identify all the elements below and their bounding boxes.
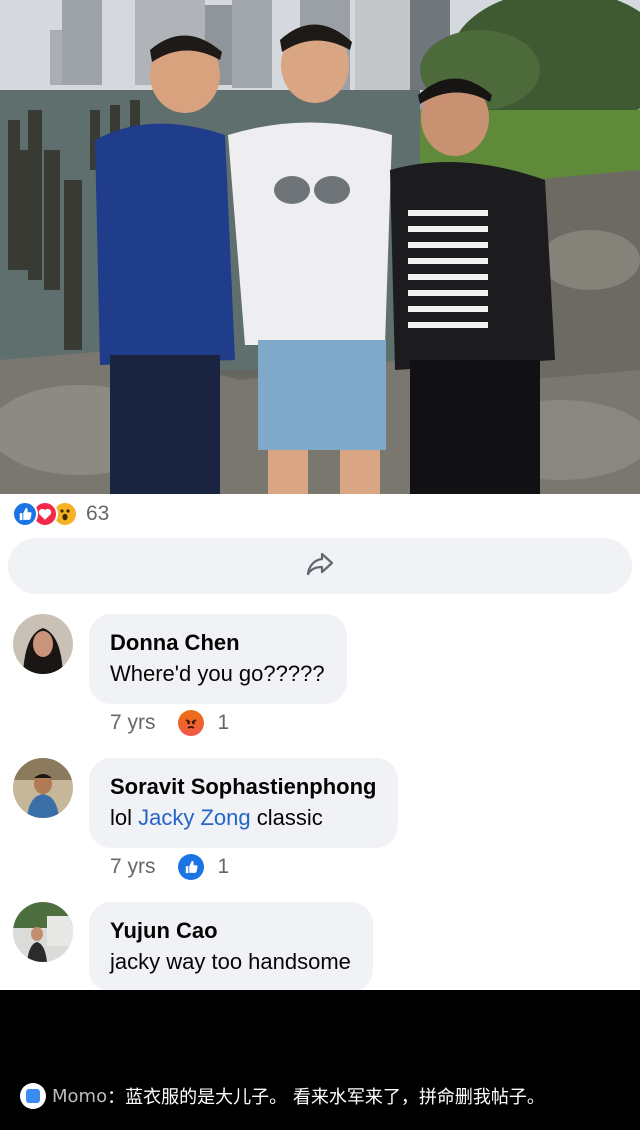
comment-author[interactable]: Yujun Cao xyxy=(110,916,351,946)
screenshot: 63 Donna Chen Where'd you go????? 7 yrs xyxy=(0,0,640,1130)
reactions-count: 63 xyxy=(86,502,110,525)
comment-reaction-count: 1 xyxy=(217,855,230,878)
like-icon[interactable] xyxy=(177,854,204,880)
comment-bubble[interactable]: Soravit Sophastienphong lol Jacky Zong c… xyxy=(89,758,399,848)
comment-time[interactable]: 7 yrs xyxy=(110,711,156,735)
comment-text-suffix: classic xyxy=(250,805,323,830)
comment-text-prefix: lol xyxy=(110,805,139,830)
comment-meta: 7 yrs 1 xyxy=(110,710,229,736)
avatar[interactable] xyxy=(13,614,73,674)
overlay-caption: Momo：蓝衣服的是大儿子。 看来水军来了，拼命删我帖子。 xyxy=(20,1081,545,1111)
comment-author[interactable]: Soravit Sophastienphong xyxy=(110,772,376,802)
like-icon xyxy=(12,501,38,527)
post-photo[interactable] xyxy=(0,0,640,494)
caption-separator: ： xyxy=(107,1087,126,1108)
caption-user: Momo xyxy=(52,1085,108,1107)
caption-message: 蓝衣服的是大儿子。 看来水军来了，拼命删我帖子。 xyxy=(125,1087,545,1108)
comment-text: lol Jacky Zong classic xyxy=(110,802,376,834)
angry-icon[interactable] xyxy=(177,710,204,736)
photo-illustration xyxy=(0,0,640,494)
reactions-summary[interactable]: 63 xyxy=(12,500,109,528)
comment-meta: 7 yrs 1 xyxy=(110,854,229,880)
avatar[interactable] xyxy=(13,758,73,818)
comment-text: jacky way too handsome xyxy=(110,949,351,974)
comment-author[interactable]: Donna Chen xyxy=(110,628,325,658)
avatar[interactable] xyxy=(13,902,73,962)
share-icon xyxy=(305,551,335,582)
comment-bubble[interactable]: Yujun Cao jacky way too handsome xyxy=(89,902,373,992)
share-button[interactable] xyxy=(8,538,632,594)
mention-link[interactable]: Jacky Zong xyxy=(138,805,251,830)
comment-text: Where'd you go????? xyxy=(110,661,325,686)
comment-time[interactable]: 7 yrs xyxy=(110,855,156,879)
comment-bubble[interactable]: Donna Chen Where'd you go????? xyxy=(89,614,347,704)
comment-reaction-count: 1 xyxy=(217,711,230,734)
chat-icon xyxy=(20,1083,46,1109)
